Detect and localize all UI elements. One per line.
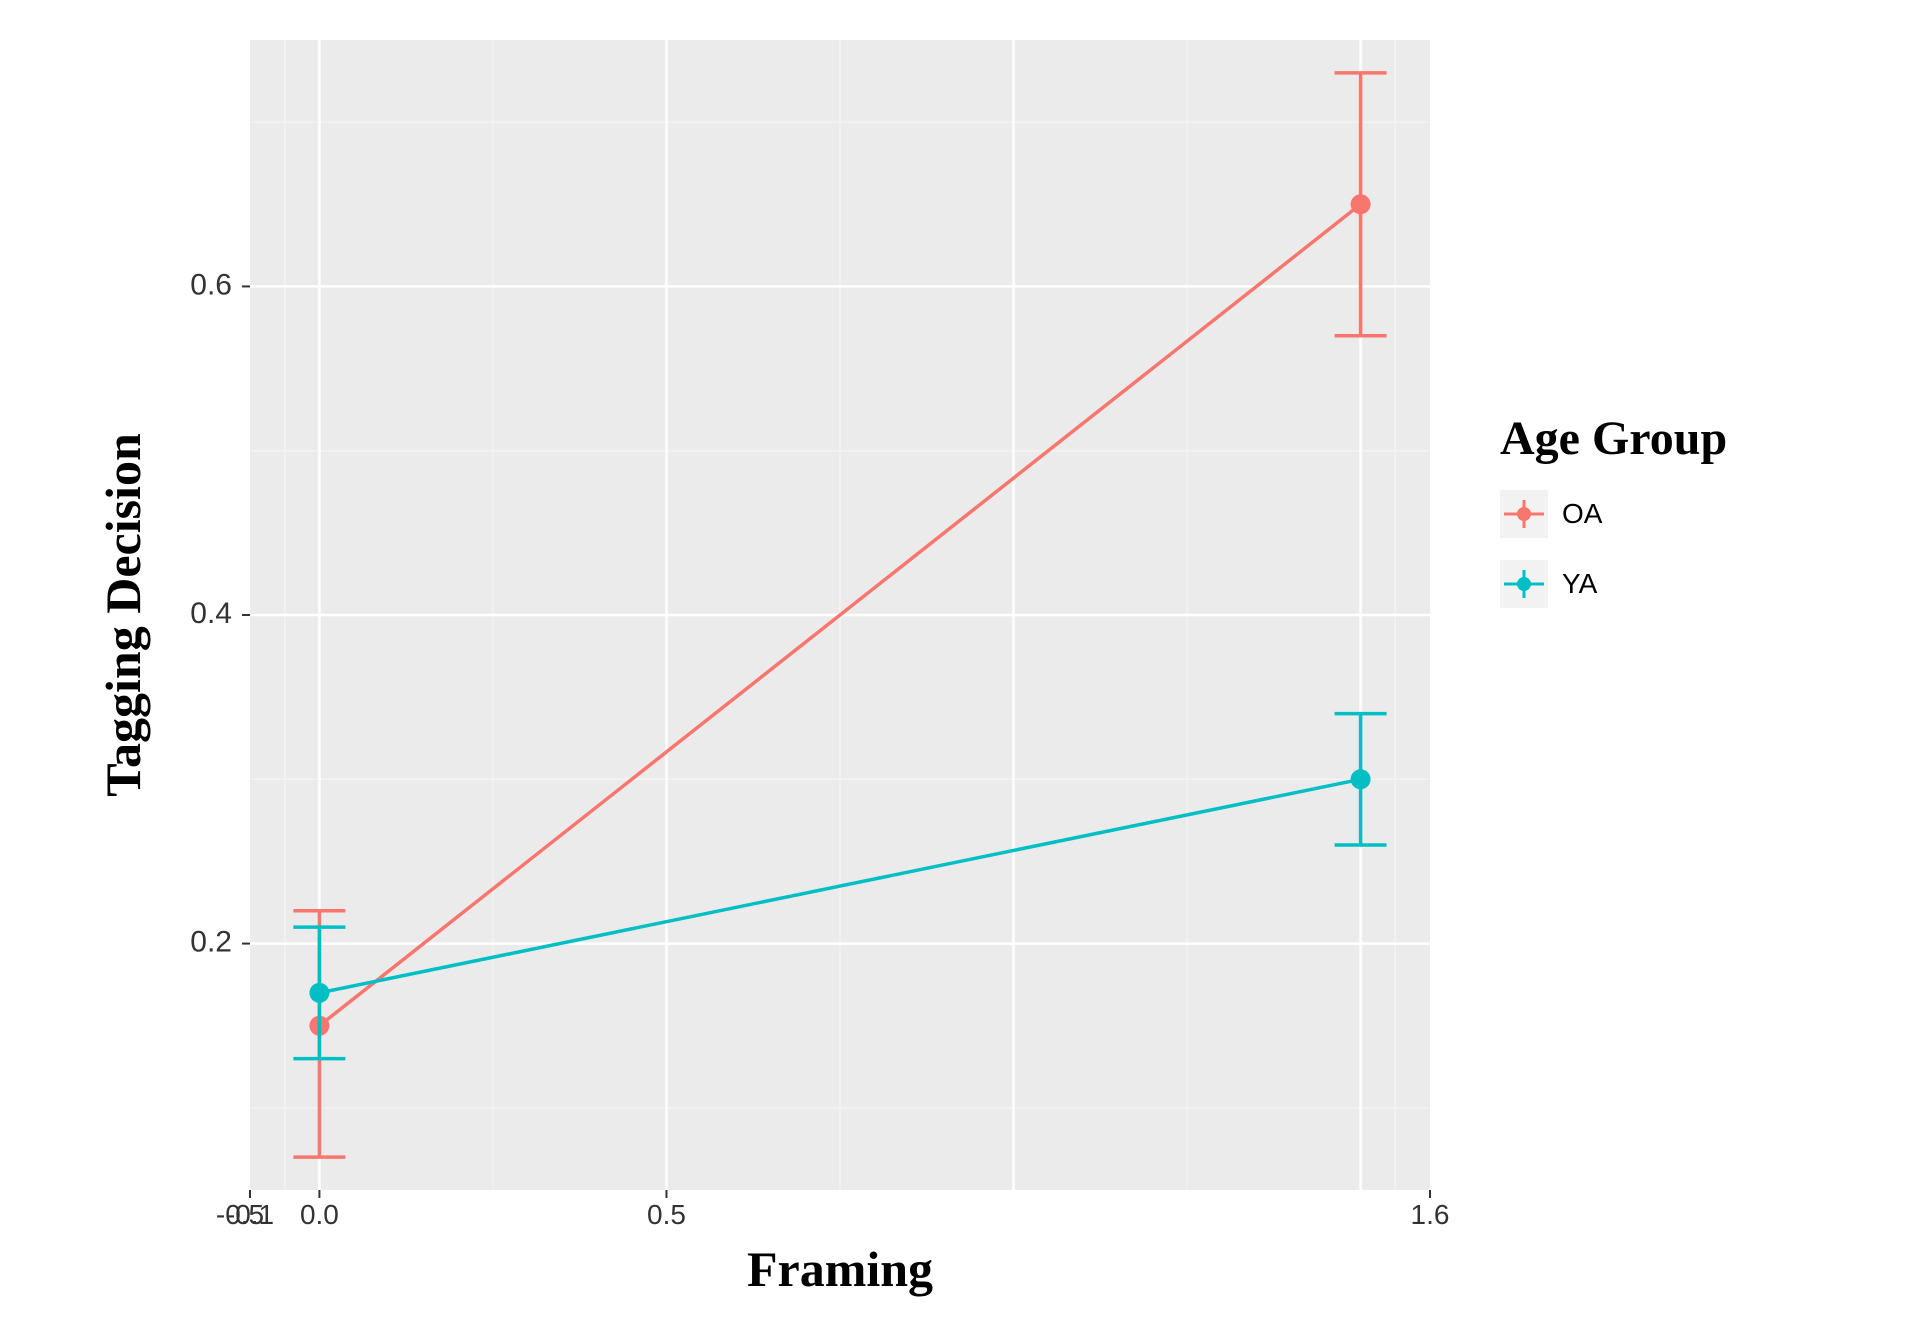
data-point bbox=[1351, 769, 1371, 789]
legend-label: OA bbox=[1562, 498, 1603, 529]
data-point bbox=[309, 983, 329, 1003]
y-tick-label: 0.6 bbox=[190, 268, 232, 301]
y-tick-label: 0.4 bbox=[190, 597, 232, 630]
data-point bbox=[1351, 194, 1371, 214]
legend-label: YA bbox=[1562, 568, 1598, 599]
chart-svg: 0.20.40.6-0.1-0.50.00.51.6Tagging Decisi… bbox=[80, 20, 1840, 1316]
x-tick-label: 1.6 bbox=[1411, 1199, 1450, 1230]
legend-item: OA bbox=[1500, 490, 1603, 538]
x-axis-title: Framing bbox=[747, 1241, 933, 1297]
legend-marker-icon bbox=[1517, 577, 1531, 591]
legend-item: YA bbox=[1500, 560, 1598, 608]
y-axis-title: Tagging Decision bbox=[95, 433, 151, 797]
x-tick-label: 0.5 bbox=[647, 1199, 686, 1230]
legend-marker-icon bbox=[1517, 507, 1531, 521]
x-tick-label: 0.0 bbox=[300, 1199, 339, 1230]
legend-title: Age Group bbox=[1500, 412, 1727, 465]
x-tick-label: -0.5 bbox=[216, 1199, 264, 1230]
y-tick-label: 0.2 bbox=[190, 926, 232, 959]
chart-container: 0.20.40.6-0.1-0.50.00.51.6Tagging Decisi… bbox=[80, 20, 1840, 1316]
